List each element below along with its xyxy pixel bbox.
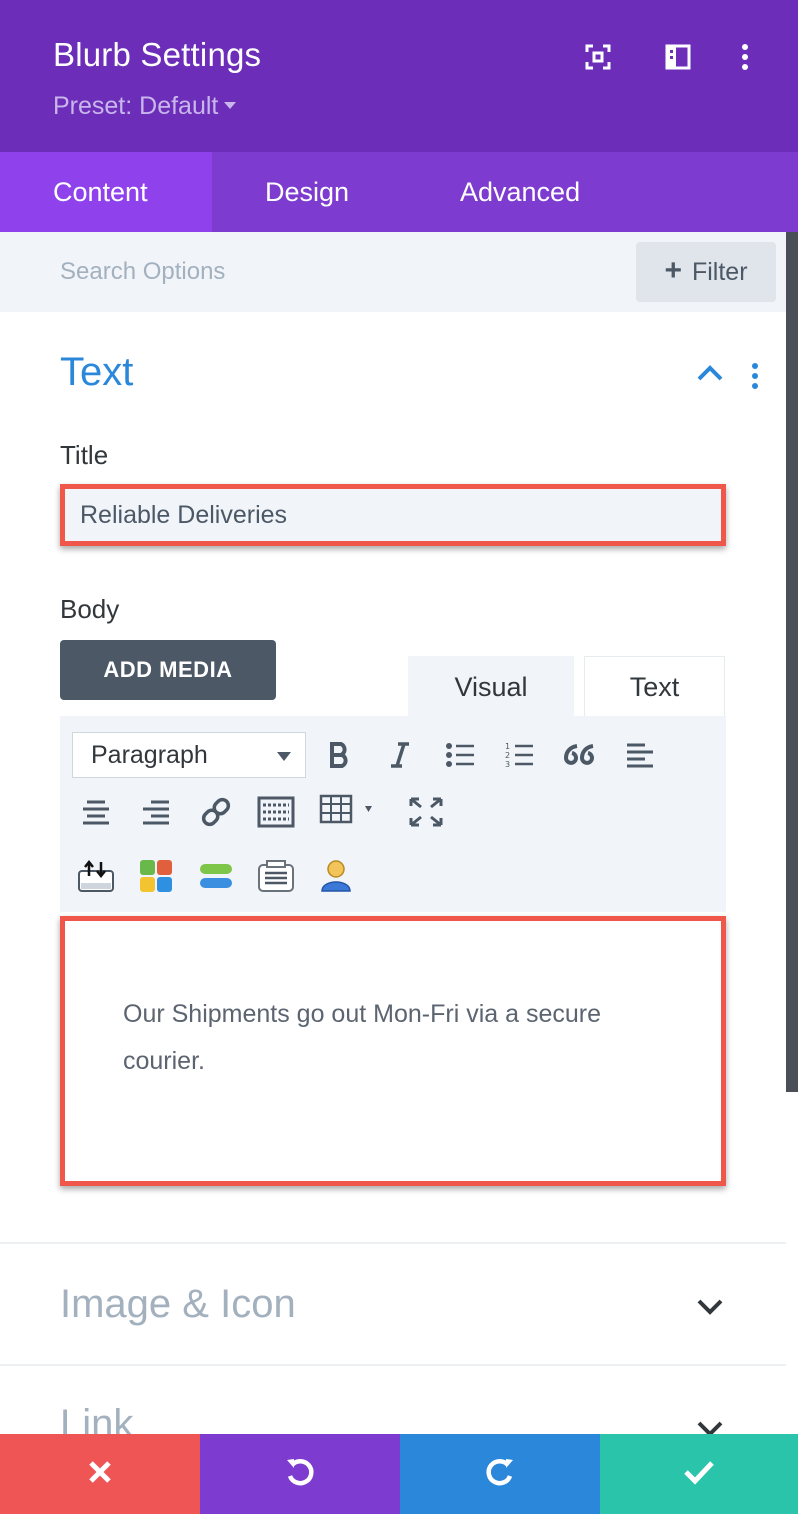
fullscreen-icon[interactable] bbox=[581, 40, 615, 74]
format-select[interactable]: Paragraph bbox=[72, 732, 306, 778]
tab-text-editor[interactable]: Text bbox=[584, 656, 725, 718]
table-icon[interactable] bbox=[316, 790, 382, 830]
undo-icon bbox=[284, 1456, 316, 1493]
bold-icon[interactable] bbox=[320, 735, 360, 775]
svg-text:3: 3 bbox=[505, 760, 510, 769]
italic-icon[interactable] bbox=[380, 735, 420, 775]
tab-design[interactable]: Design bbox=[265, 152, 349, 232]
section-divider bbox=[0, 1242, 786, 1244]
align-center-icon[interactable] bbox=[76, 792, 116, 832]
bulleted-list-icon[interactable] bbox=[440, 735, 480, 775]
filter-label: Filter bbox=[691, 257, 748, 286]
redo-icon bbox=[484, 1456, 516, 1493]
more-vertical-icon[interactable] bbox=[728, 40, 762, 74]
title-field-label: Title bbox=[60, 440, 109, 470]
plus-icon: + bbox=[664, 253, 682, 287]
cancel-button[interactable] bbox=[0, 1434, 200, 1514]
svg-text:2: 2 bbox=[505, 751, 510, 760]
color-blocks-icon[interactable] bbox=[136, 856, 176, 896]
modal-header: Blurb Settings Preset: Default bbox=[0, 0, 798, 152]
tab-visual-editor[interactable]: Visual bbox=[408, 656, 574, 718]
scrollbar[interactable] bbox=[786, 232, 798, 1092]
chevron-up-icon[interactable] bbox=[696, 364, 724, 387]
settings-tabs: Content Design Advanced bbox=[0, 152, 798, 232]
editor-toolbar: Paragraph 123 bbox=[60, 716, 726, 912]
align-left-icon[interactable] bbox=[620, 735, 660, 775]
keyboard-shortcuts-icon[interactable] bbox=[256, 792, 296, 832]
check-icon bbox=[683, 1459, 715, 1490]
save-button[interactable] bbox=[600, 1434, 798, 1514]
body-content[interactable]: Our Shipments go out Mon-Fri via a secur… bbox=[123, 991, 643, 1085]
preset-label: Preset: Default bbox=[53, 92, 219, 120]
filter-button[interactable]: + Filter bbox=[636, 242, 776, 302]
tab-content[interactable]: Content bbox=[0, 152, 212, 232]
add-media-button[interactable]: ADD MEDIA bbox=[60, 640, 276, 700]
modal-title: Blurb Settings bbox=[53, 36, 262, 73]
svg-text:1: 1 bbox=[505, 742, 510, 751]
format-select-value: Paragraph bbox=[91, 740, 208, 769]
numbered-list-icon[interactable]: 123 bbox=[500, 735, 540, 775]
section-divider bbox=[0, 1364, 786, 1366]
person-icon[interactable] bbox=[316, 856, 356, 896]
body-field-label: Body bbox=[60, 594, 120, 624]
close-icon bbox=[87, 1459, 113, 1490]
align-right-icon[interactable] bbox=[136, 792, 176, 832]
import-icon[interactable] bbox=[76, 856, 116, 896]
link-icon[interactable] bbox=[196, 792, 236, 832]
tab-advanced[interactable]: Advanced bbox=[460, 152, 580, 232]
blockquote-icon[interactable] bbox=[560, 735, 600, 775]
sidebar-layout-icon[interactable] bbox=[661, 40, 695, 74]
search-input[interactable]: Search Options bbox=[60, 258, 225, 286]
preset-dropdown[interactable]: Preset: Default bbox=[53, 92, 237, 121]
undo-button[interactable] bbox=[200, 1434, 400, 1514]
title-input[interactable]: Reliable Deliveries bbox=[60, 484, 726, 546]
chevron-down-icon[interactable] bbox=[696, 1298, 724, 1321]
fullscreen-icon[interactable] bbox=[406, 792, 446, 832]
redo-button[interactable] bbox=[400, 1434, 600, 1514]
action-bar bbox=[0, 1434, 798, 1514]
section-menu-icon[interactable] bbox=[750, 362, 760, 395]
caret-down-icon bbox=[224, 101, 237, 109]
search-bar: Search Options + Filter bbox=[0, 232, 786, 312]
chevron-down-icon bbox=[277, 752, 291, 761]
body-editor[interactable]: Our Shipments go out Mon-Fri via a secur… bbox=[60, 916, 726, 1186]
text-block-icon[interactable] bbox=[256, 856, 296, 896]
section-title-image-icon[interactable]: Image & Icon bbox=[60, 1282, 296, 1327]
toggle-icon[interactable] bbox=[196, 856, 236, 896]
section-title-text[interactable]: Text bbox=[60, 350, 133, 395]
